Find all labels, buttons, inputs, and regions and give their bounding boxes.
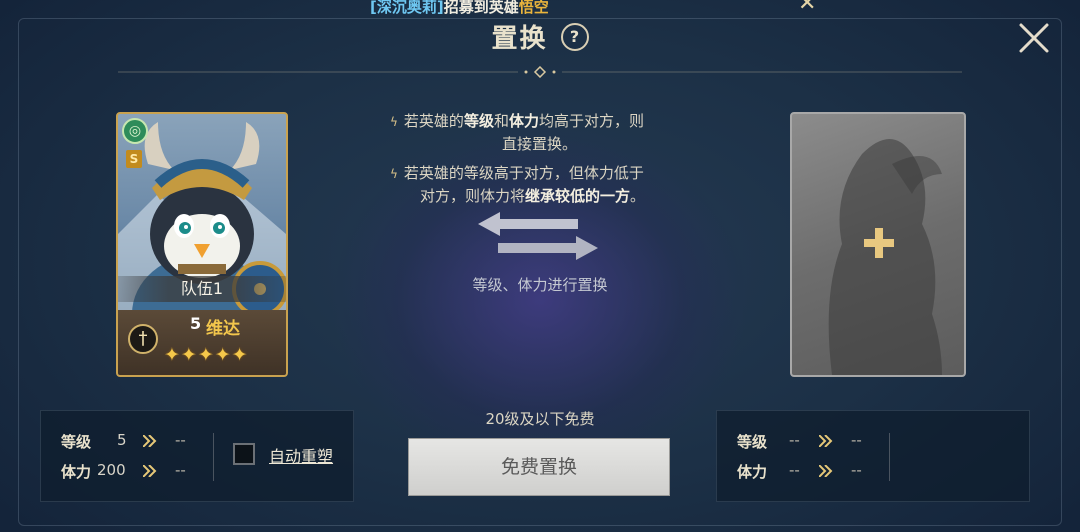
rule-1: ϟ 若英雄的等级和体力均高于对方，则 直接置换。	[390, 110, 690, 155]
faction-icon: ◎	[122, 118, 148, 144]
class-sword-icon: †	[128, 324, 158, 354]
close-icon[interactable]	[1016, 20, 1052, 56]
rule-bullet-icon: ϟ	[390, 167, 398, 181]
target-hero-slot[interactable]	[790, 112, 966, 377]
rule-1-level: 等级	[463, 112, 494, 130]
hero-stars: ✦✦✦✦✦	[164, 344, 249, 366]
title-divider	[118, 66, 962, 78]
right-level-new: --	[851, 431, 862, 449]
right-stamina-value: --	[789, 461, 800, 479]
arrow-right-icon	[143, 465, 157, 477]
rule-2-text-a: 对方，则体力将	[420, 187, 526, 205]
arrow-right-icon	[819, 465, 833, 477]
dialog-header: 置换 ?	[0, 18, 1080, 54]
free-swap-button[interactable]: 免费置换	[408, 438, 670, 496]
rule-2: ϟ 若英雄的等级高于对方，但体力低于 对方，则体力将继承较低的一方。	[390, 162, 690, 207]
right-stamina-new: --	[851, 461, 862, 479]
hero-name: 维达	[206, 319, 240, 339]
team-label: 队伍1	[118, 276, 286, 302]
arrow-right-icon	[143, 435, 157, 447]
help-icon[interactable]: ?	[560, 22, 589, 51]
left-stamina-new: --	[175, 461, 186, 479]
hero-level: 5	[190, 314, 202, 333]
rule-2-highlight: 继承较低的一方	[525, 187, 631, 205]
auto-reshape-label[interactable]: 自动重塑	[269, 443, 333, 467]
add-hero-plus-icon[interactable]	[862, 226, 896, 260]
notice-text: 招募到英雄	[443, 0, 519, 16]
right-level-value: --	[789, 431, 800, 449]
right-stamina-label: 体力	[737, 463, 768, 481]
auto-reshape-checkbox[interactable]	[233, 443, 255, 465]
left-level-new: --	[175, 431, 186, 449]
rule-2-text-c: 。	[630, 187, 646, 205]
page-title: 置换	[491, 24, 548, 54]
notice-close-icon[interactable]: ✕	[798, 0, 818, 15]
rule-1-text-c: 和	[493, 112, 509, 130]
notice-player: [深沉奥莉]	[370, 0, 444, 16]
rule-1-text-a: 若英雄的	[403, 112, 464, 130]
swap-caption: 等级、体力进行置换	[472, 276, 608, 294]
arrow-right-icon	[819, 435, 833, 447]
right-stats-panel: 等级 -- -- 体力 -- --	[716, 410, 1030, 502]
left-stats-panel: 等级 5 -- 体力 200 -- 自动重塑	[40, 410, 354, 502]
hero-card[interactable]: ◎ S 队伍1 † 5 维达 ✦✦✦✦✦	[116, 112, 288, 377]
free-note: 20级及以下免费	[485, 410, 595, 428]
right-level-label: 等级	[737, 433, 768, 451]
rule-1-text-e: 均高于对方，则	[538, 112, 644, 130]
rank-badge: S	[126, 150, 142, 168]
left-level-value: 5	[117, 431, 127, 449]
rule-1-stamina: 体力	[508, 112, 539, 130]
rule-1-line-2: 直接置换。	[502, 135, 578, 153]
left-level-label: 等级	[61, 433, 92, 451]
rule-bullet-icon: ϟ	[390, 115, 398, 129]
rule-2-line-1: 若英雄的等级高于对方，但体力低于	[403, 164, 644, 182]
left-stamina-value: 200	[97, 461, 126, 479]
swap-arrows-icon	[478, 212, 598, 260]
recruit-notice: [深沉奥莉]招募到英雄悟空	[370, 0, 549, 16]
panel-divider	[213, 433, 214, 481]
panel-divider	[889, 433, 890, 481]
notice-hero: 悟空	[518, 0, 549, 16]
left-stamina-label: 体力	[61, 463, 92, 481]
